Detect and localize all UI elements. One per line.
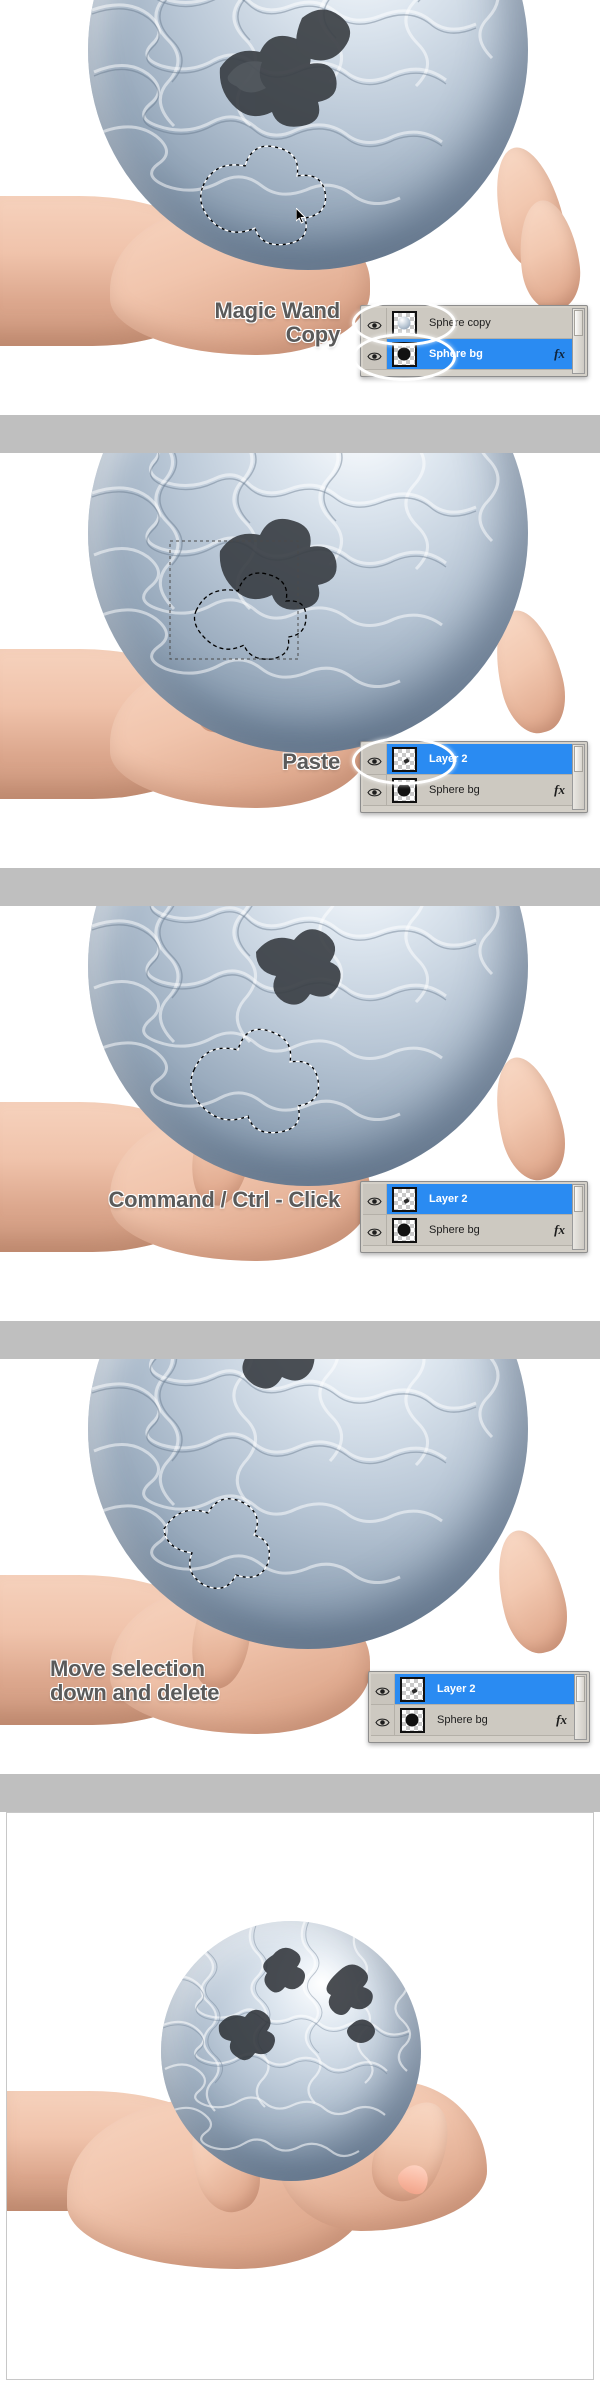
panel-scrollbar[interactable] bbox=[572, 1184, 585, 1250]
scrollbar-thumb[interactable] bbox=[574, 1186, 583, 1212]
puzzle-sphere bbox=[88, 1359, 528, 1649]
panel-scrollbar[interactable] bbox=[572, 744, 585, 810]
scrollbar-thumb[interactable] bbox=[576, 1676, 585, 1702]
puzzle-sphere bbox=[161, 1921, 421, 2181]
layer-name: Sphere bg bbox=[429, 348, 483, 360]
layers-panel[interactable]: Sphere copy ▲ bbox=[360, 305, 588, 377]
final-scene-image bbox=[7, 1813, 593, 2379]
tutorial-page: Magic Wand Copy Sphere copy Sphere bg fx… bbox=[0, 0, 600, 2388]
panel-scrollbar[interactable] bbox=[572, 308, 585, 374]
layer-row[interactable]: Sphere bg fx ▲ bbox=[363, 339, 585, 370]
eye-icon bbox=[375, 1684, 390, 1695]
layer-thumbnail-cell[interactable] bbox=[387, 1217, 421, 1243]
dot-thumb-icon bbox=[397, 1223, 411, 1237]
layer-row[interactable]: Sphere copy ▲ bbox=[363, 308, 585, 339]
layers-panel[interactable]: Layer 2 ▲ bbox=[368, 1671, 590, 1743]
layer-name: Sphere copy bbox=[429, 317, 491, 329]
layer-thumbnail[interactable] bbox=[391, 310, 417, 336]
section-separator bbox=[0, 1774, 600, 1812]
layer-visibility-toggle[interactable] bbox=[363, 339, 387, 369]
scene-image bbox=[0, 906, 600, 1321]
eye-icon bbox=[367, 754, 382, 765]
scrollbar-thumb[interactable] bbox=[574, 310, 583, 336]
layer-row[interactable]: Layer 2 ▲ bbox=[363, 744, 585, 775]
puzzle-sphere bbox=[88, 906, 528, 1186]
layer-name: Sphere bg bbox=[429, 1224, 480, 1236]
speck-thumb-icon bbox=[411, 1687, 419, 1694]
eye-icon bbox=[367, 785, 382, 796]
eye-icon bbox=[367, 1225, 382, 1236]
layer-thumbnail-cell[interactable] bbox=[387, 1186, 421, 1212]
layer-visibility-toggle[interactable] bbox=[363, 308, 387, 338]
layer-thumbnail[interactable] bbox=[399, 1676, 425, 1702]
layer-row[interactable]: Sphere bg fx ▲ bbox=[363, 775, 585, 806]
dot-thumb-icon bbox=[405, 1713, 419, 1727]
layer-name: Layer 2 bbox=[429, 1193, 468, 1205]
fx-icon[interactable]: fx bbox=[554, 782, 571, 798]
final-result-frame bbox=[6, 1812, 594, 2380]
section-separator bbox=[0, 415, 600, 453]
step-4-section: Move selection down and delete Layer 2 S… bbox=[0, 1359, 600, 1774]
layer-thumbnail-cell[interactable] bbox=[387, 746, 421, 772]
layers-panel[interactable]: Layer 2 ▲ bbox=[360, 1181, 588, 1253]
layer-visibility-toggle[interactable] bbox=[371, 1674, 395, 1704]
layer-row[interactable]: Sphere bg fx ▲ bbox=[371, 1705, 587, 1736]
layer-visibility-toggle[interactable] bbox=[363, 775, 387, 805]
layer-thumbnail-cell[interactable] bbox=[387, 777, 421, 803]
layer-visibility-toggle[interactable] bbox=[363, 1215, 387, 1245]
layer-name: Sphere bg bbox=[437, 1714, 488, 1726]
puzzle-seams bbox=[88, 0, 528, 270]
eye-icon bbox=[375, 1715, 390, 1726]
layer-row[interactable]: Sphere bg fx ▲ bbox=[363, 1215, 585, 1246]
layer-thumbnail-cell[interactable] bbox=[395, 1707, 429, 1733]
eye-icon bbox=[367, 318, 382, 329]
puzzle-sphere bbox=[88, 453, 528, 753]
layer-name: Sphere bg bbox=[429, 784, 480, 796]
eye-icon bbox=[367, 1194, 382, 1205]
layer-thumbnail[interactable] bbox=[399, 1707, 425, 1733]
layers-panel[interactable]: Layer 2 ▲ bbox=[360, 741, 588, 813]
fx-icon[interactable]: fx bbox=[556, 1712, 573, 1728]
dot-thumb-icon bbox=[397, 347, 411, 361]
layer-thumbnail[interactable] bbox=[391, 341, 417, 367]
layer-thumbnail[interactable] bbox=[391, 1186, 417, 1212]
panel-scrollbar[interactable] bbox=[574, 1674, 587, 1740]
puzzle-sphere bbox=[88, 0, 528, 270]
puzzle-seams bbox=[88, 453, 528, 753]
section-separator bbox=[0, 868, 600, 906]
step-2-section: Paste Layer 2 Sphere bg fx bbox=[0, 453, 600, 868]
layer-visibility-toggle[interactable] bbox=[371, 1705, 395, 1735]
layer-row[interactable]: Layer 2 ▲ bbox=[363, 1184, 585, 1215]
layer-thumbnail-cell[interactable] bbox=[387, 310, 421, 336]
layer-row[interactable]: Layer 2 ▲ bbox=[371, 1674, 587, 1705]
fx-icon[interactable]: fx bbox=[554, 1222, 571, 1238]
dot-thumb-icon bbox=[397, 783, 411, 797]
speck-thumb-icon bbox=[403, 1197, 411, 1204]
scrollbar-thumb[interactable] bbox=[574, 746, 583, 772]
layer-name: Layer 2 bbox=[437, 1683, 476, 1695]
puzzle-seams bbox=[88, 906, 528, 1186]
sphere-thumb-icon bbox=[397, 316, 411, 330]
speck-thumb-icon bbox=[403, 757, 411, 764]
step-1-section: Magic Wand Copy Sphere copy Sphere bg fx bbox=[0, 0, 600, 415]
puzzle-seams bbox=[161, 1921, 421, 2181]
layer-thumbnail-cell[interactable] bbox=[395, 1676, 429, 1702]
puzzle-seams bbox=[88, 1359, 528, 1649]
layer-thumbnail[interactable] bbox=[391, 746, 417, 772]
section-separator bbox=[0, 1321, 600, 1359]
layer-visibility-toggle[interactable] bbox=[363, 744, 387, 774]
eye-icon bbox=[367, 349, 382, 360]
layer-visibility-toggle[interactable] bbox=[363, 1184, 387, 1214]
layer-thumbnail[interactable] bbox=[391, 777, 417, 803]
layer-name: Layer 2 bbox=[429, 753, 468, 765]
fx-icon[interactable]: fx bbox=[554, 346, 571, 362]
layer-thumbnail[interactable] bbox=[391, 1217, 417, 1243]
step-3-section: Command / Ctrl - Click Layer 2 Sphere bg… bbox=[0, 906, 600, 1321]
layer-thumbnail-cell[interactable] bbox=[387, 341, 421, 367]
